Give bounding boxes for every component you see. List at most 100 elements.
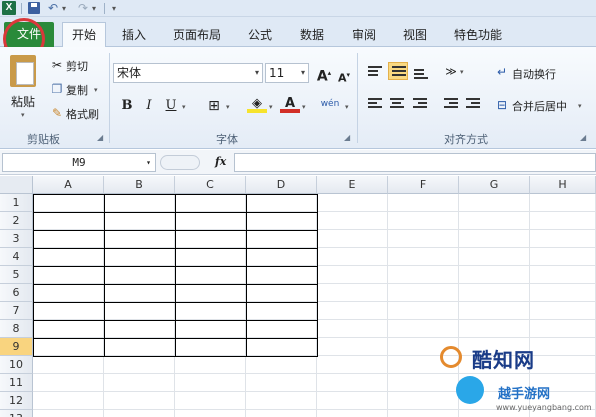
font-launcher-icon[interactable]: ◢ [344, 133, 350, 142]
row-header-5[interactable]: 5 [0, 266, 33, 284]
paste-dropdown-icon[interactable]: ▾ [21, 111, 25, 119]
font-size-select[interactable]: 11 ▾ [265, 63, 309, 83]
cell-d11[interactable] [246, 374, 317, 392]
cell-e7[interactable] [317, 302, 388, 320]
cell-f8[interactable] [388, 320, 459, 338]
tab-view[interactable]: 视图 [403, 26, 427, 43]
cell-e9[interactable] [317, 338, 388, 356]
row-header-3[interactable]: 3 [0, 230, 33, 248]
row-header-4[interactable]: 4 [0, 248, 33, 266]
cell-g3[interactable] [459, 230, 530, 248]
cell-e8[interactable] [317, 320, 388, 338]
cell-f7[interactable] [388, 302, 459, 320]
cell-g7[interactable] [459, 302, 530, 320]
phonetic-button[interactable]: wén [320, 95, 340, 113]
cell-f5[interactable] [388, 266, 459, 284]
cell-e10[interactable] [317, 356, 388, 374]
cell-h4[interactable] [530, 248, 596, 266]
cell-h2[interactable] [530, 212, 596, 230]
align-top-icon[interactable] [368, 66, 382, 78]
align-center-icon[interactable] [390, 98, 404, 110]
cell-h8[interactable] [530, 320, 596, 338]
cell-c12[interactable] [175, 392, 246, 410]
cell-g4[interactable] [459, 248, 530, 266]
column-header-h[interactable]: H [530, 176, 596, 194]
cell-d10[interactable] [246, 356, 317, 374]
cell-g5[interactable] [459, 266, 530, 284]
orientation-dropdown-icon[interactable]: ▾ [460, 68, 464, 76]
cell-f2[interactable] [388, 212, 459, 230]
row-header-9[interactable]: 9 [0, 338, 33, 356]
row-header-13[interactable]: 13 [0, 410, 33, 417]
cell-e6[interactable] [317, 284, 388, 302]
column-header-f[interactable]: F [388, 176, 459, 194]
cell-b11[interactable] [104, 374, 175, 392]
name-box[interactable]: M9 ▾ [2, 153, 156, 172]
align-left-icon[interactable] [368, 98, 382, 110]
paste-icon[interactable] [10, 55, 36, 87]
tab-home[interactable]: 开始 [62, 22, 106, 48]
format-painter-button[interactable]: 格式刷 [66, 106, 99, 122]
wrap-text-button[interactable]: 自动换行 [512, 66, 556, 82]
cell-e5[interactable] [317, 266, 388, 284]
cell-g1[interactable] [459, 194, 530, 212]
row-header-12[interactable]: 12 [0, 392, 33, 410]
row-header-7[interactable]: 7 [0, 302, 33, 320]
formula-bar-splitter[interactable] [160, 155, 200, 170]
border-button[interactable]: ⊞ [204, 97, 224, 115]
cell-b13[interactable] [104, 410, 175, 417]
tab-insert[interactable]: 插入 [122, 26, 146, 43]
cell-c13[interactable] [175, 410, 246, 417]
cut-button[interactable]: 剪切 [66, 58, 88, 74]
cell-h7[interactable] [530, 302, 596, 320]
underline-dropdown-icon[interactable]: ▾ [182, 103, 186, 111]
grow-font-button[interactable]: A▴ [314, 64, 334, 85]
select-all-button[interactable] [0, 176, 33, 194]
cell-f6[interactable] [388, 284, 459, 302]
copy-button[interactable]: 复制 [66, 82, 88, 98]
row-header-6[interactable]: 6 [0, 284, 33, 302]
cell-e2[interactable] [317, 212, 388, 230]
italic-button[interactable]: I [139, 97, 159, 115]
customize-toolbar-icon[interactable]: ▾ [112, 1, 116, 17]
cell-g8[interactable] [459, 320, 530, 338]
cell-e13[interactable] [317, 410, 388, 417]
cell-d13[interactable] [246, 410, 317, 417]
cell-a13[interactable] [33, 410, 104, 417]
cell-a10[interactable] [33, 356, 104, 374]
tab-review[interactable]: 审阅 [352, 26, 376, 43]
row-header-1[interactable]: 1 [0, 194, 33, 212]
fill-color-button[interactable]: ◈ [247, 95, 267, 113]
cell-g2[interactable] [459, 212, 530, 230]
insert-function-button[interactable]: fx [215, 155, 226, 168]
align-bottom-icon[interactable] [414, 69, 428, 81]
decrease-indent-icon[interactable] [444, 98, 458, 110]
merge-center-button[interactable]: 合并后居中 [512, 98, 567, 114]
cell-a11[interactable] [33, 374, 104, 392]
clipboard-launcher-icon[interactable]: ◢ [97, 133, 103, 142]
font-name-select[interactable]: 宋体 ▾ [113, 63, 263, 83]
cell-c10[interactable] [175, 356, 246, 374]
border-dropdown-icon[interactable]: ▾ [226, 103, 230, 111]
cell-g6[interactable] [459, 284, 530, 302]
cell-e11[interactable] [317, 374, 388, 392]
merge-dropdown-icon[interactable]: ▾ [578, 102, 582, 110]
alignment-launcher-icon[interactable]: ◢ [580, 133, 586, 142]
cell-d12[interactable] [246, 392, 317, 410]
increase-indent-icon[interactable] [466, 98, 480, 110]
cell-e3[interactable] [317, 230, 388, 248]
redo-dropdown-icon[interactable]: ▾ [92, 1, 96, 17]
tab-special[interactable]: 特色功能 [454, 26, 502, 43]
bold-button[interactable]: B [117, 97, 137, 115]
shrink-font-button[interactable]: A▾ [334, 66, 354, 85]
cell-h5[interactable] [530, 266, 596, 284]
font-color-button[interactable]: A [280, 95, 300, 113]
tab-data[interactable]: 数据 [300, 26, 324, 43]
phonetic-dropdown-icon[interactable]: ▾ [345, 103, 349, 111]
cell-h3[interactable] [530, 230, 596, 248]
row-header-8[interactable]: 8 [0, 320, 33, 338]
font-color-dropdown-icon[interactable]: ▾ [302, 103, 306, 111]
cell-f1[interactable] [388, 194, 459, 212]
tab-formulas[interactable]: 公式 [248, 26, 272, 43]
redo-icon[interactable]: ↷ [78, 0, 88, 16]
